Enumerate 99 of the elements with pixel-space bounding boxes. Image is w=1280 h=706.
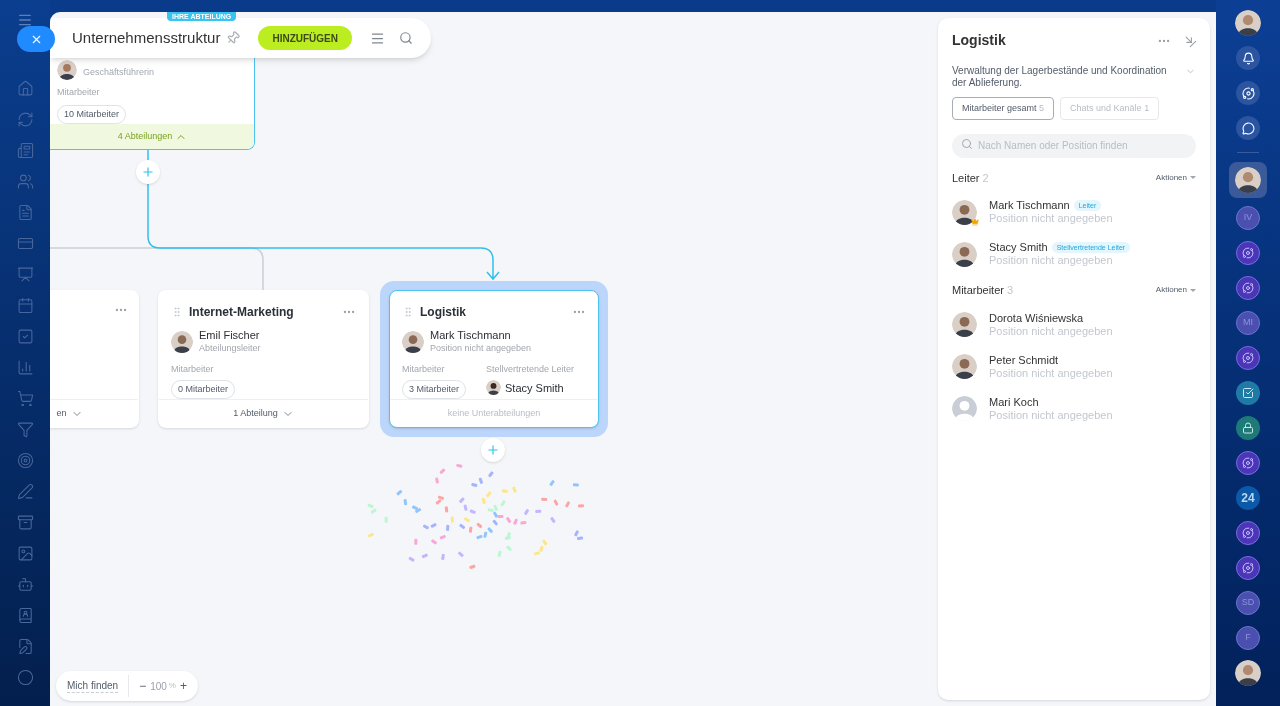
pen-icon[interactable] xyxy=(16,483,34,500)
chat-avatar[interactable] xyxy=(1236,451,1260,475)
avatar xyxy=(486,380,502,396)
circle-icon[interactable] xyxy=(16,669,34,686)
bell-icon[interactable] xyxy=(1241,51,1255,65)
plus-icon[interactable] xyxy=(141,165,155,179)
member-name: Mark Tischmann xyxy=(989,199,1070,212)
avatar xyxy=(1235,10,1261,36)
member-position: Position nicht angegeben xyxy=(989,366,1113,380)
deputy-label: Stellvertretende Leiter xyxy=(486,363,575,376)
avatar xyxy=(1235,167,1261,193)
notifications-button[interactable] xyxy=(1236,46,1260,70)
head-position: Position nicht angegeben xyxy=(430,342,532,355)
subdepartments-toggle[interactable]: 1 Abteilung xyxy=(233,406,278,421)
member-name: Stacy Smith xyxy=(989,241,1048,254)
group-title: Mitarbeiter 3 xyxy=(952,283,1015,298)
users-icon[interactable] xyxy=(16,173,34,190)
calendar-icon[interactable] xyxy=(16,297,34,314)
member-name: Peter Schmidt xyxy=(989,353,1059,367)
head-position: Abteilungsleiter xyxy=(199,342,261,355)
chat-avatar[interactable] xyxy=(1236,416,1260,440)
member-position: Position nicht angegeben xyxy=(989,254,1114,267)
deputy-name: Stacy Smith xyxy=(505,380,564,396)
find-me-link[interactable]: Mich finden xyxy=(67,679,119,693)
chat-avatar[interactable] xyxy=(1236,521,1260,545)
department-card[interactable]: Logistik Mark Tischmann Position nicht angegeben Mitarbeiter 3 Mitarbeiter Stellvertretende Leiter Stacy Smith keine Unterabteilungen xyxy=(389,290,599,428)
avatar xyxy=(171,331,193,353)
menu-icon[interactable] xyxy=(17,12,33,28)
newspaper-icon[interactable] xyxy=(16,142,34,159)
search-icon xyxy=(961,138,973,150)
member-row[interactable]: Mari Koch Position nicht angegeben xyxy=(952,392,1196,425)
department-card[interactable]: Internet-Marketing Emil Fischer Abteilungsleiter Mitarbeiter 0 Mitarbeiter 1 Abteilung xyxy=(158,290,369,428)
bar-chart-icon[interactable] xyxy=(16,359,34,376)
refresh-icon[interactable] xyxy=(16,111,34,128)
archive-icon[interactable] xyxy=(16,514,34,531)
head-name: Emil Fischer xyxy=(199,329,261,342)
zoom-out-button[interactable]: − xyxy=(139,677,147,695)
menu-icon[interactable] xyxy=(369,30,385,46)
employees-label: Mitarbeiter xyxy=(402,363,446,376)
actions-dropdown[interactable]: Aktionen xyxy=(1155,284,1196,297)
department-card[interactable]: en xyxy=(50,290,139,428)
member-position: Position nicht angegeben xyxy=(989,212,1113,225)
copilot-button[interactable] xyxy=(1236,81,1260,105)
member-position: Position nicht angegeben xyxy=(989,408,1113,422)
add-node-button[interactable] xyxy=(136,160,160,184)
selected-chat-background[interactable] xyxy=(1229,162,1267,198)
checkbox-icon[interactable] xyxy=(16,328,34,345)
member-row[interactable]: Dorota Wiśniewska Position nicht angegeben xyxy=(952,308,1196,341)
drag-handle-icon[interactable] xyxy=(171,306,183,318)
avatar xyxy=(1235,660,1261,686)
group-title: Leiter 2 xyxy=(952,170,990,186)
file-pen-icon[interactable] xyxy=(16,638,34,655)
orbit-icon[interactable] xyxy=(1241,86,1255,100)
department-title: Logistik xyxy=(420,304,467,321)
filter-icon[interactable] xyxy=(16,421,34,438)
chat-icon[interactable] xyxy=(1241,121,1255,135)
employees-label: Mitarbeiter xyxy=(171,363,215,376)
panel-title: Logistik xyxy=(952,31,1007,50)
target-icon[interactable] xyxy=(16,452,34,469)
cart-icon[interactable] xyxy=(16,390,34,407)
chat-avatar[interactable] xyxy=(1236,346,1260,370)
image-icon[interactable] xyxy=(16,545,34,562)
employees-label: Mitarbeiter xyxy=(57,86,101,99)
chat-avatar[interactable] xyxy=(1236,241,1260,265)
home-icon[interactable] xyxy=(16,80,34,97)
credit-card-icon[interactable] xyxy=(16,235,34,252)
department-title: Internet-Marketing xyxy=(189,304,295,321)
head-name: Mark Tischmann xyxy=(430,329,512,342)
department-card[interactable]: Geschäftsführerin Mitarbeiter 10 Mitarbeiter 4 Abteilungen xyxy=(50,58,255,150)
document-icon[interactable] xyxy=(16,204,34,221)
chat-avatar[interactable] xyxy=(1236,276,1260,300)
plus-icon[interactable] xyxy=(486,443,500,457)
head-position: Geschäftsführerin xyxy=(83,66,155,80)
avatar xyxy=(57,60,77,80)
connector-line xyxy=(147,149,149,161)
chat-button[interactable] xyxy=(1236,116,1260,140)
add-node-button[interactable] xyxy=(481,438,505,462)
contact-book-icon[interactable] xyxy=(16,607,34,624)
member-row[interactable]: Peter Schmidt Position nicht angegeben xyxy=(952,350,1196,383)
zoom-value: 100 xyxy=(150,679,167,694)
avatar xyxy=(402,331,424,353)
panel-description: Verwaltung der Lagerbestände und Koordination der Ablieferung. xyxy=(952,65,1168,89)
chat-avatar[interactable] xyxy=(1236,556,1260,580)
zoom-in-button[interactable]: + xyxy=(179,677,187,695)
member-name: Dorota Wiśniewska xyxy=(989,311,1084,325)
member-name: Mari Koch xyxy=(989,395,1039,409)
search-icon[interactable] xyxy=(398,31,413,45)
presentation-icon[interactable] xyxy=(16,266,34,283)
member-position: Position nicht angegeben xyxy=(989,324,1113,338)
chat-avatar[interactable] xyxy=(1236,381,1260,405)
actions-dropdown[interactable]: Aktionen xyxy=(1155,171,1196,184)
drag-handle-icon[interactable] xyxy=(402,306,414,318)
add-button[interactable]: HINZUFÜGEN xyxy=(258,26,352,50)
tab[interactable]: Mitarbeiter gesamt 5 xyxy=(952,97,1055,120)
zoom-unit: % xyxy=(168,680,176,692)
chat-avatar[interactable]: 24 xyxy=(1236,486,1260,510)
bot-icon[interactable] xyxy=(16,576,34,593)
page-title: Unternehmensstruktur xyxy=(72,27,221,48)
subdepartments-toggle[interactable]: en xyxy=(56,406,67,421)
